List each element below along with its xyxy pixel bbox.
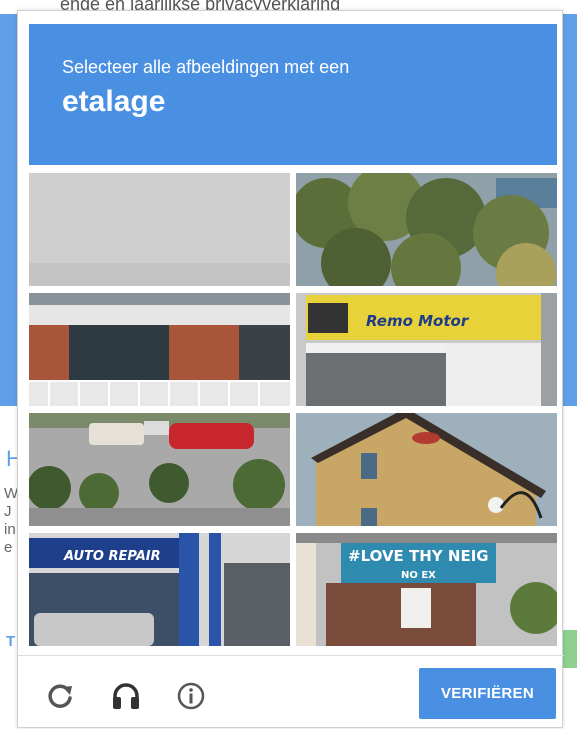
headphones-icon [113,683,139,709]
captcha-tile-4[interactable]: Remo Motor [296,293,557,406]
background-link[interactable]: T [6,633,15,650]
captcha-keyword: etalage [62,85,166,118]
audio-challenge-button[interactable] [108,678,144,714]
captcha-tile-3[interactable] [29,293,290,406]
captcha-tile-1[interactable] [29,173,290,286]
tile-4-sign-text: Remo Motor [366,312,470,330]
info-button[interactable] [173,678,209,714]
background-blue-panel-left [0,14,17,406]
captcha-challenge: Selecteer alle afbeeldingen met een etal… [17,10,564,729]
reload-icon [48,684,72,708]
tile-7-sign-text: AUTO REPAIR [63,549,161,564]
info-icon [177,682,205,710]
background-blue-panel-right [563,14,577,406]
captcha-footer: VERIFIËREN [18,655,564,729]
background-green-button [563,630,577,668]
captcha-tile-7[interactable]: AUTO REPAIR [29,533,290,646]
reload-button[interactable] [42,678,78,714]
captcha-tile-6[interactable] [296,413,557,526]
captcha-tile-5[interactable] [29,413,290,526]
captcha-tile-8[interactable]: #LOVE THY NEIG NO EX [296,533,557,646]
captcha-tile-2[interactable] [296,173,557,286]
tile-8-sub-text: NO EX [401,570,436,581]
captcha-instruction: Selecteer alle afbeeldingen met een [62,57,350,77]
captcha-header: Selecteer alle afbeeldingen met een etal… [29,24,557,165]
verify-button[interactable]: VERIFIËREN [419,668,556,719]
tile-8-sign-text: #LOVE THY NEIG [348,547,489,565]
captcha-image-grid: Remo Motor AUTO REPAIR #LOVE THY NEIG NO… [29,173,557,647]
